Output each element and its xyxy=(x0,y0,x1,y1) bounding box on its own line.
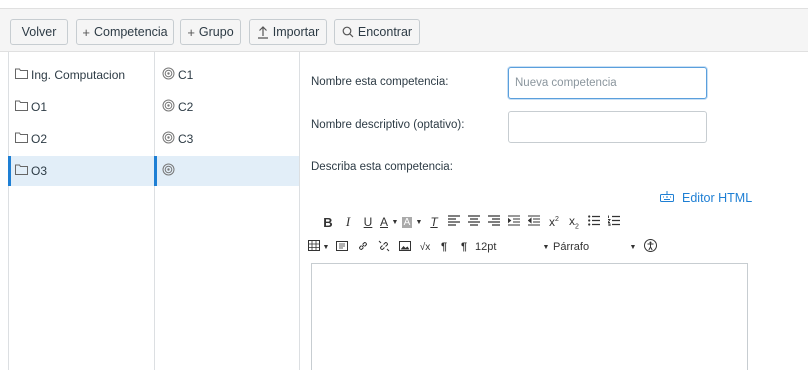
table-icon[interactable] xyxy=(307,240,321,254)
column-divider xyxy=(299,52,300,370)
plus-icon: + xyxy=(82,24,90,40)
nombre-label: Nombre esta competencia: xyxy=(311,76,449,88)
competencia-label: C2 xyxy=(178,100,194,114)
accessibility-icon[interactable] xyxy=(641,239,659,255)
indent-icon[interactable] xyxy=(504,215,524,229)
group-label: O1 xyxy=(31,100,48,114)
volver-label: Volver xyxy=(21,25,57,39)
encontrar-button[interactable]: Encontrar xyxy=(334,19,420,45)
media-icon[interactable] xyxy=(331,240,353,254)
rtl-icon[interactable]: ¶ xyxy=(453,241,475,253)
selected-indicator xyxy=(154,156,157,186)
folder-icon xyxy=(15,132,28,146)
chevron-down-icon[interactable]: ▼ xyxy=(390,219,400,226)
group-label: Ing. Computacion xyxy=(31,68,126,82)
plus-icon: + xyxy=(187,24,195,40)
font-size-select[interactable]: 12pt xyxy=(475,241,539,253)
align-right-icon[interactable] xyxy=(484,215,504,229)
clear-format-button[interactable]: T xyxy=(424,215,444,229)
subscript-button[interactable]: x2 xyxy=(564,214,584,230)
bold-button[interactable]: B xyxy=(318,215,338,230)
chevron-down-icon[interactable]: ▼ xyxy=(625,244,641,251)
bullet-list-icon[interactable] xyxy=(584,215,604,229)
encontrar-label: Encontrar xyxy=(357,25,413,39)
align-center-icon[interactable] xyxy=(464,215,484,229)
nombre-input[interactable] xyxy=(508,67,707,99)
folder-icon xyxy=(15,100,28,114)
chevron-down-icon[interactable]: ▼ xyxy=(414,219,424,226)
volver-button[interactable]: Volver xyxy=(10,19,68,45)
target-icon xyxy=(162,99,175,115)
search-icon xyxy=(342,26,354,38)
unlink-icon[interactable] xyxy=(373,240,395,255)
editor-html-label: Editor HTML xyxy=(682,190,753,205)
folder-icon xyxy=(15,68,28,82)
chevron-down-icon[interactable]: ▼ xyxy=(539,244,553,251)
image-icon[interactable] xyxy=(395,240,415,254)
descriptivo-label: Nombre descriptivo (optativo): xyxy=(311,119,465,131)
group-item[interactable]: O2 xyxy=(15,124,47,154)
descriptivo-input[interactable] xyxy=(508,111,707,143)
importar-label: Importar xyxy=(272,25,320,39)
paragraph-select[interactable]: Párrafo xyxy=(553,241,625,253)
add-competencia-button[interactable]: + Competencia xyxy=(76,19,174,45)
rich-text-editor-area[interactable] xyxy=(311,263,748,370)
group-item[interactable]: Ing. Computacion xyxy=(15,60,125,90)
competencia-item[interactable] xyxy=(162,156,178,186)
background-color-button[interactable]: A xyxy=(400,216,414,228)
upload-icon xyxy=(257,25,269,39)
rte-toolbar-row-2: ▼ √x ¶ ¶ 12pt ▼ Párrafo ▼ xyxy=(307,239,659,255)
importar-button[interactable]: Importar xyxy=(249,19,327,45)
math-icon[interactable]: √x xyxy=(415,242,435,253)
column-divider xyxy=(8,52,9,370)
grupo-label: Grupo xyxy=(198,25,234,39)
text-color-button[interactable]: A xyxy=(378,215,390,229)
editor-html-link[interactable]: Editor HTML xyxy=(660,190,752,205)
superscript-button[interactable]: x2 xyxy=(544,215,564,229)
target-icon xyxy=(162,163,175,179)
align-left-icon[interactable] xyxy=(444,215,464,229)
column-divider xyxy=(154,52,155,370)
target-icon xyxy=(162,131,175,147)
competencia-label: C1 xyxy=(178,68,194,82)
competencia-item[interactable]: C1 xyxy=(162,60,193,90)
competencia-label: Competencia xyxy=(93,25,168,39)
ltr-icon[interactable]: ¶ xyxy=(435,241,453,253)
link-icon[interactable] xyxy=(353,240,373,255)
selected-indicator xyxy=(8,156,11,186)
chevron-down-icon[interactable]: ▼ xyxy=(321,244,331,251)
group-item[interactable]: O3 xyxy=(15,156,47,186)
competencia-item[interactable]: C2 xyxy=(162,92,193,122)
group-item[interactable]: O1 xyxy=(15,92,47,122)
group-label: O3 xyxy=(31,164,48,178)
underline-button[interactable]: U xyxy=(358,215,378,229)
competencia-label: C3 xyxy=(178,132,194,146)
rte-toolbar-row-1: B I U A ▼ A ▼ T x2 x2 xyxy=(318,214,624,230)
add-grupo-button[interactable]: + Grupo xyxy=(180,19,241,45)
keyboard-icon xyxy=(660,190,674,205)
toolbar: Volver + Competencia + Grupo Importar En… xyxy=(0,8,808,52)
group-label: O2 xyxy=(31,132,48,146)
italic-button[interactable]: I xyxy=(338,214,358,230)
describa-label: Describa esta competencia: xyxy=(311,161,453,173)
folder-icon xyxy=(15,164,28,178)
target-icon xyxy=(162,67,175,83)
outdent-icon[interactable] xyxy=(524,215,544,229)
numbered-list-icon[interactable] xyxy=(604,215,624,229)
competencia-item[interactable]: C3 xyxy=(162,124,193,154)
